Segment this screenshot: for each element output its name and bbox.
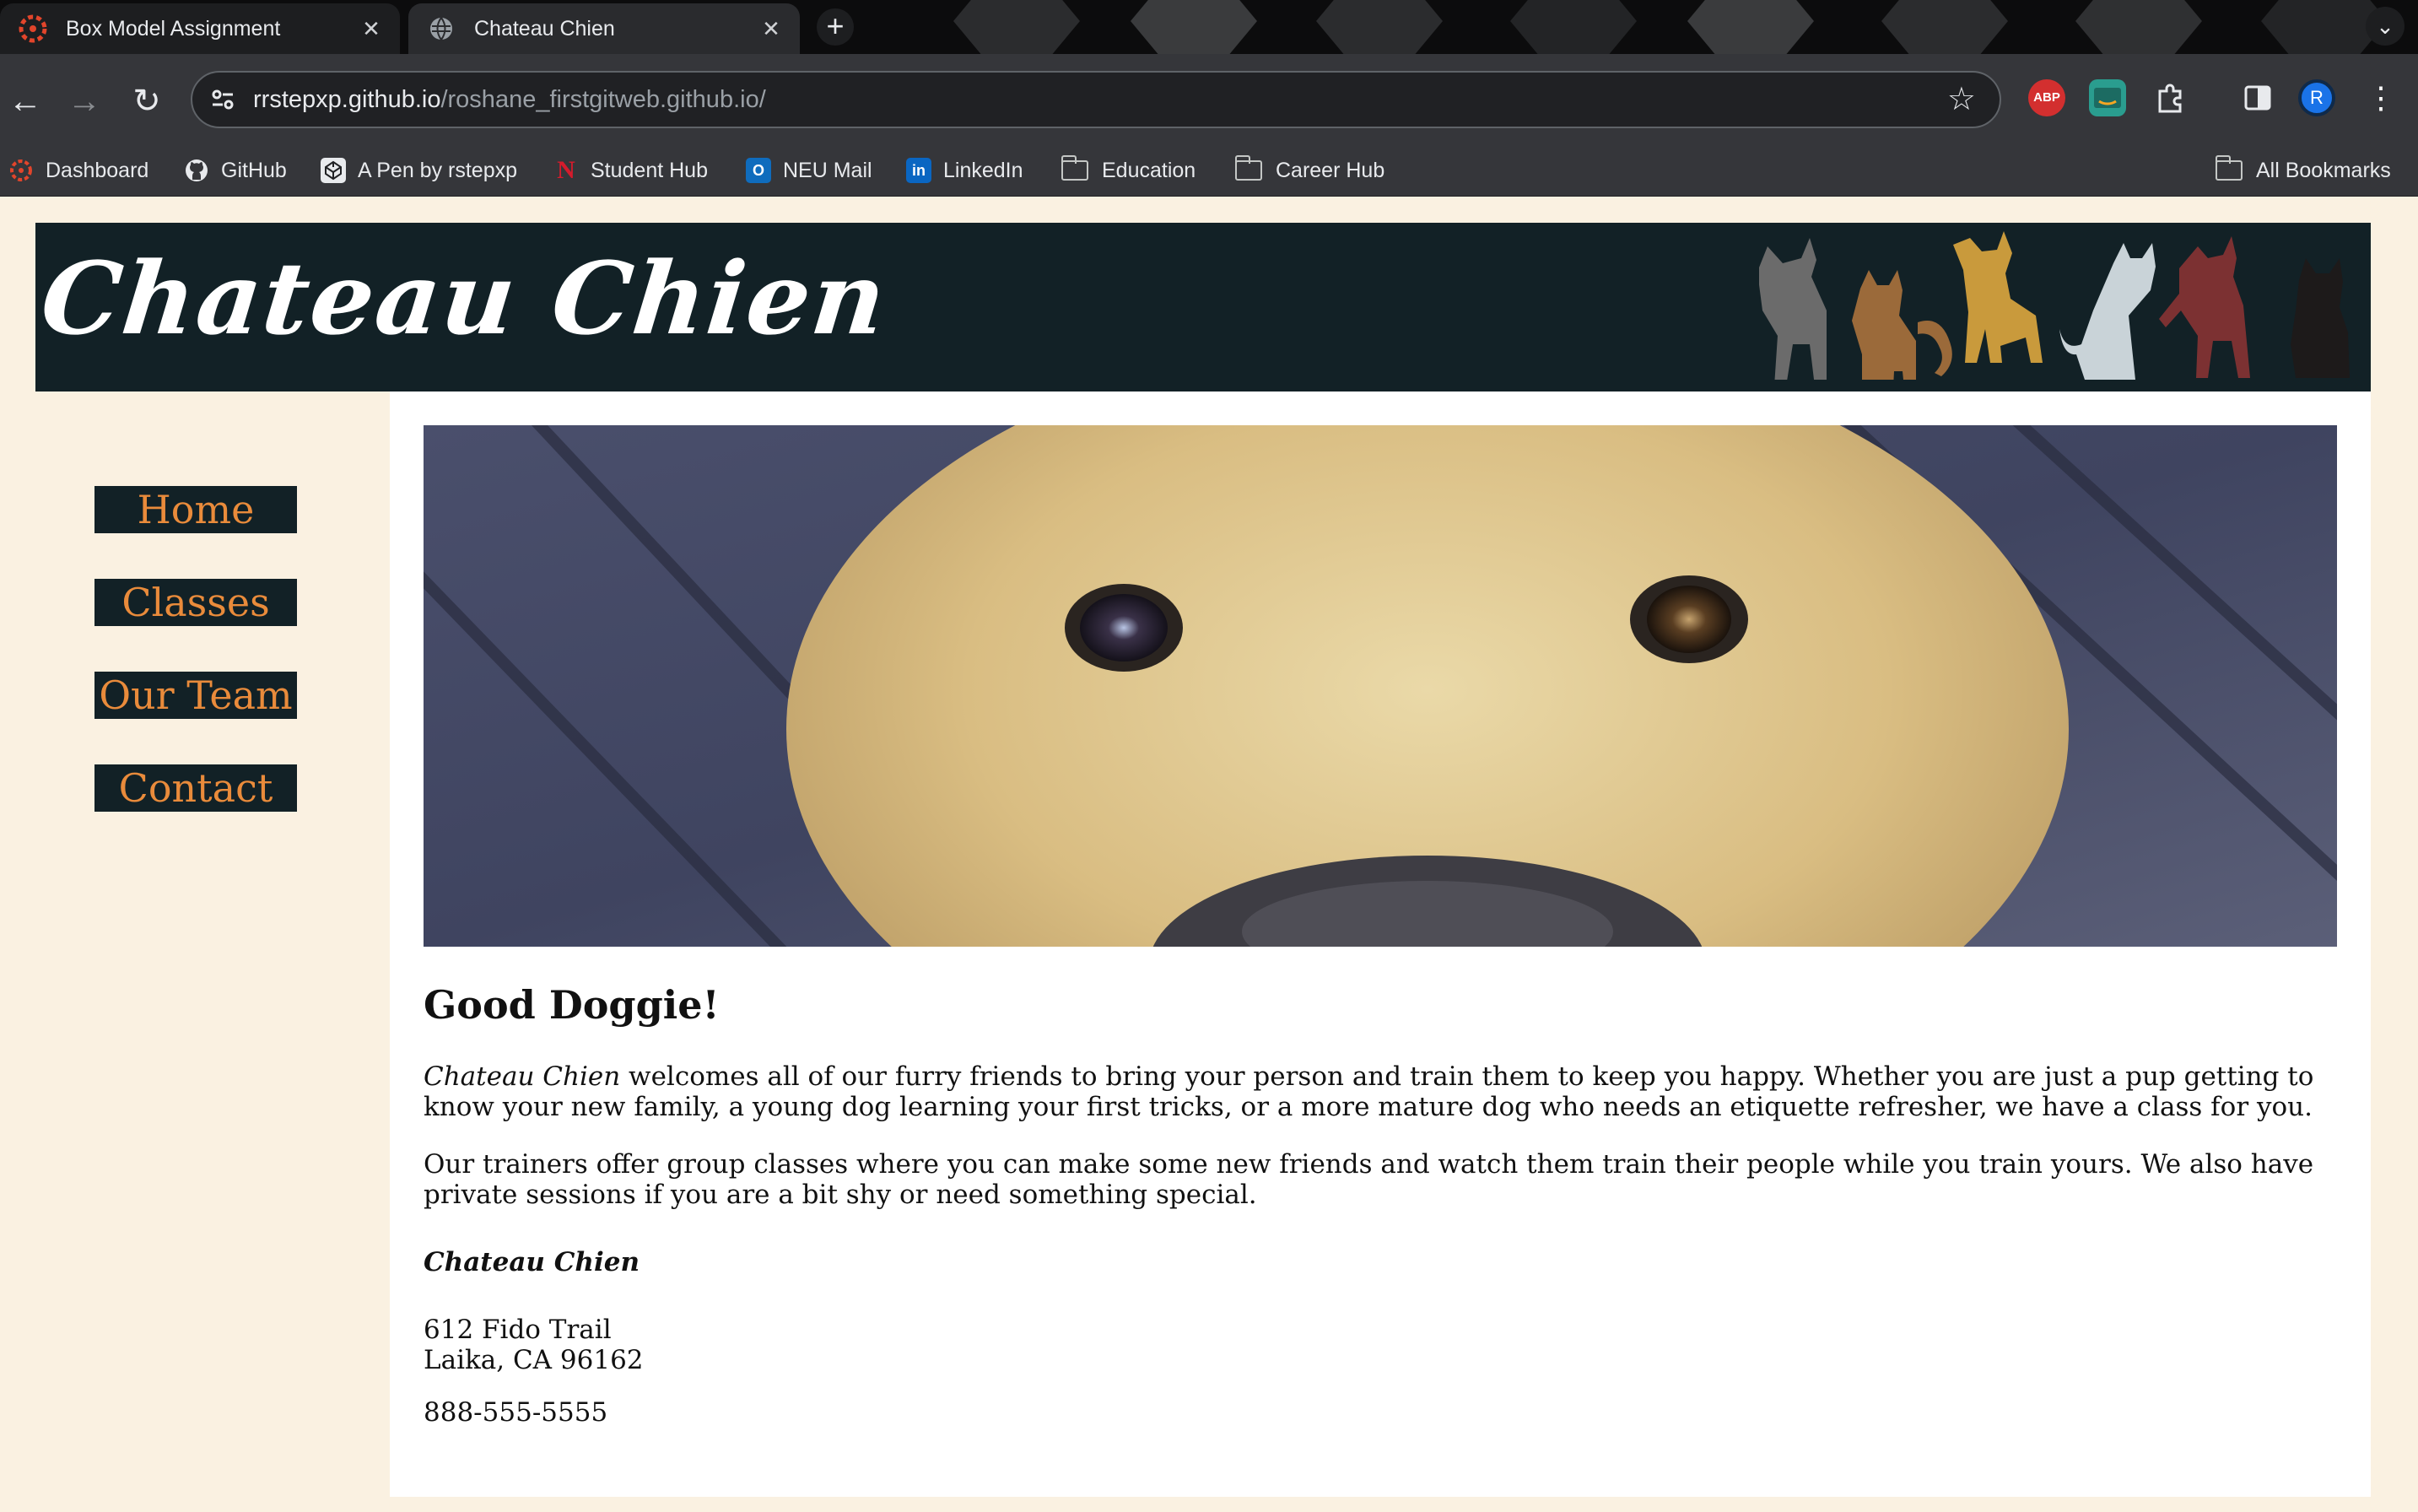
- all-bookmarks-button[interactable]: All Bookmarks: [2215, 152, 2391, 189]
- bookmark-label: NEU Mail: [783, 158, 872, 182]
- url-text[interactable]: rrstepxp.github.io/roshane_firstgitweb.g…: [253, 86, 766, 114]
- bookmark-folder-career-hub[interactable]: Career Hub: [1234, 152, 1385, 189]
- bookmark-neu-mail[interactable]: O NEU Mail: [746, 152, 872, 189]
- pet-silhouettes-image: [1759, 231, 2350, 380]
- browser-toolbar: ← → ↻ rrstepxp.github.io/roshane_firstgi…: [0, 54, 2418, 145]
- browser-chrome: Box Model Assignment ✕ Chateau Chien ✕ +…: [0, 0, 2418, 197]
- tab-chateau-chien[interactable]: Chateau Chien ✕: [408, 3, 800, 54]
- canvas-icon: [19, 14, 47, 43]
- bookmark-folder-education[interactable]: Education: [1061, 152, 1196, 189]
- nav-home-link[interactable]: Home: [94, 486, 297, 533]
- address-bar[interactable]: rrstepxp.github.io/roshane_firstgitweb.g…: [191, 71, 2001, 128]
- site-header: Chateau Chien: [35, 223, 2371, 392]
- new-tab-button[interactable]: +: [817, 8, 854, 46]
- codepen-icon: [321, 158, 346, 183]
- nav-contact-link[interactable]: Contact: [94, 764, 297, 812]
- github-icon: [184, 158, 209, 183]
- theme-background: [844, 0, 2418, 54]
- bookmark-codepen[interactable]: A Pen by rstepxp: [321, 152, 517, 189]
- folder-icon: [1061, 155, 1088, 181]
- intro-paragraph: Chateau Chien welcomes all of our furry …: [424, 1061, 2337, 1122]
- phone-number: 888-555-5555: [424, 1397, 608, 1428]
- profile-avatar[interactable]: R: [2298, 79, 2335, 116]
- tab-search-button[interactable]: ⌄: [2366, 7, 2405, 46]
- article: Good Doggie! Chateau Chien welcomes all …: [424, 982, 2337, 1455]
- bookmark-linkedin[interactable]: in LinkedIn: [906, 152, 1023, 189]
- close-icon[interactable]: ✕: [754, 16, 788, 42]
- bookmark-label: All Bookmarks: [2256, 158, 2391, 182]
- reload-button[interactable]: ↻: [123, 78, 170, 125]
- outlook-icon: O: [746, 158, 771, 183]
- site-sidebar: Home Classes Our Team Contact: [35, 392, 390, 1512]
- bookmark-label: Education: [1102, 158, 1196, 182]
- intro-text: welcomes all of our furry friends to bri…: [424, 1061, 2314, 1122]
- nav-classes-link[interactable]: Classes: [94, 579, 297, 626]
- extensions-puzzle-icon[interactable]: [2151, 79, 2189, 116]
- tab-box-model-assignment[interactable]: Box Model Assignment ✕: [0, 3, 400, 54]
- linkedin-icon: in: [906, 158, 931, 183]
- site-logo[interactable]: Chateau Chien: [36, 240, 893, 357]
- folder-icon: [2215, 155, 2243, 181]
- tab-strip: Box Model Assignment ✕ Chateau Chien ✕ +…: [0, 0, 2418, 54]
- bookmark-student-hub[interactable]: N Student Hub: [553, 152, 708, 189]
- bookmark-github[interactable]: GitHub: [184, 152, 287, 189]
- bookmark-label: GitHub: [221, 158, 287, 182]
- address-line-2: Laika, CA 96162: [424, 1345, 644, 1375]
- nav-our-team-link[interactable]: Our Team: [94, 672, 297, 719]
- bookmarks-bar: Dashboard GitHub A Pen by rstepxp N Stud…: [0, 145, 2418, 197]
- forward-button[interactable]: →: [61, 78, 108, 125]
- northeastern-icon: N: [557, 156, 575, 184]
- bookmark-label: Career Hub: [1276, 158, 1385, 182]
- site-info-icon[interactable]: [208, 84, 238, 115]
- adblock-plus-icon[interactable]: ABP: [2028, 79, 2065, 116]
- intro-brand: Chateau Chien: [424, 1061, 621, 1092]
- browser-menu-icon[interactable]: ⋮: [2362, 79, 2399, 116]
- bookmark-star-icon[interactable]: ☆: [1947, 83, 1976, 116]
- url-host: rrstepxp.github.io: [253, 86, 441, 113]
- tab-title: Chateau Chien: [474, 16, 615, 40]
- bookmark-label: A Pen by rstepxp: [358, 158, 518, 182]
- hero-dog-photo: [424, 425, 2337, 947]
- bookmark-label: LinkedIn: [943, 158, 1023, 182]
- url-path: /roshane_firstgitweb.github.io/: [440, 86, 766, 113]
- classes-paragraph: Our trainers offer group classes where y…: [424, 1149, 2314, 1210]
- business-name: Chateau Chien: [424, 1247, 640, 1277]
- address: 612 Fido Trail Laika, CA 96162: [424, 1315, 2337, 1375]
- tab-title: Box Model Assignment: [66, 16, 281, 40]
- bookmark-label: Dashboard: [46, 158, 149, 182]
- close-icon[interactable]: ✕: [354, 16, 388, 42]
- folder-icon: [1234, 155, 1262, 181]
- bookmark-label: Student Hub: [591, 158, 708, 182]
- page-heading: Good Doggie!: [424, 982, 720, 1028]
- globe-icon: [427, 14, 456, 43]
- amazon-assistant-icon[interactable]: [2089, 79, 2126, 116]
- back-button[interactable]: ←: [2, 78, 49, 125]
- main-content: Good Doggie! Chateau Chien welcomes all …: [390, 392, 2371, 1497]
- side-panel-icon[interactable]: [2239, 79, 2276, 116]
- bookmark-dashboard[interactable]: Dashboard: [8, 152, 148, 189]
- address-line-1: 612 Fido Trail: [424, 1315, 612, 1345]
- canvas-icon: [8, 158, 34, 183]
